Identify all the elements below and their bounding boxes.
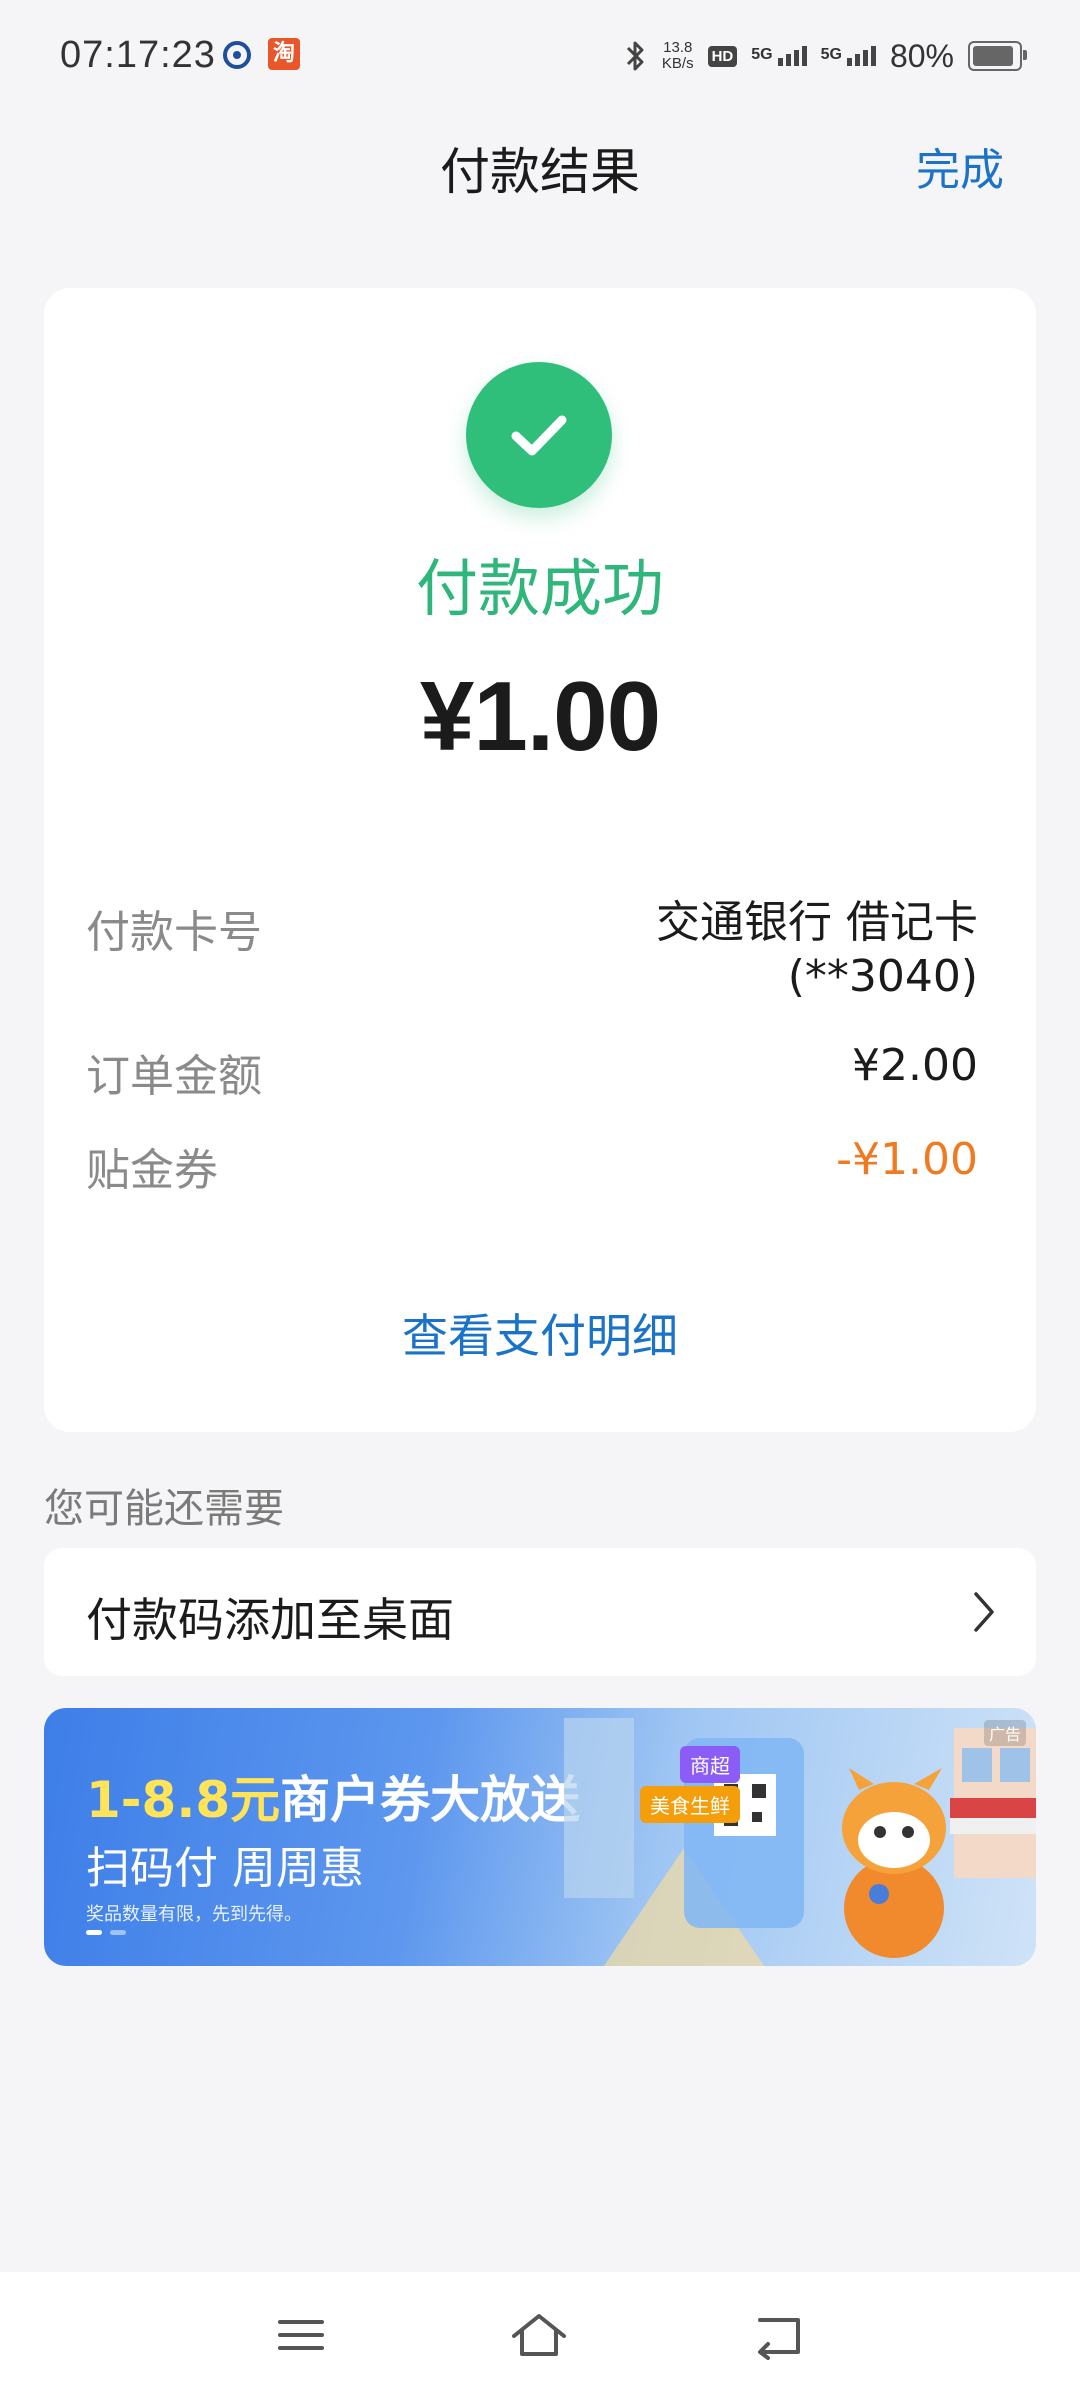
banner-note: 奖品数量有限，先到先得。: [86, 1904, 302, 1925]
banner-title-rest: 商户券大放送: [280, 1771, 581, 1829]
order-amount-label: 订单金额: [86, 1051, 262, 1102]
promo-banner[interactable]: 1-8.8元商户券大放送 扫码付 周周惠 奖品数量有限，先到先得。 商超 美食生…: [44, 1708, 1036, 1966]
signal-icon-2: 5G: [821, 46, 876, 66]
payment-amount: ¥1.00: [419, 661, 661, 771]
bluetooth-icon: [622, 38, 648, 74]
status-indicators: 13.8 KB/s HD 5G 5G 80%: [622, 34, 1027, 78]
order-amount-value: ¥2.00: [852, 1040, 978, 1091]
payment-status-text: 付款成功: [415, 552, 664, 625]
view-payment-details-link[interactable]: 查看支付明细: [44, 1300, 1036, 1366]
banner-pagination: [86, 1930, 126, 1935]
coupon-label: 贴金券: [86, 1145, 218, 1196]
battery-percent: 80%: [889, 37, 954, 74]
chevron-right-icon: [970, 1590, 998, 1638]
hd-voice-icon: HD: [707, 45, 738, 67]
tag-fresh-food: 美食生鲜: [640, 1786, 740, 1823]
done-button[interactable]: 完成: [916, 134, 1004, 198]
signal-icon-1: 5G: [751, 46, 807, 66]
card-number-value: 交通银行 借记卡(**3040): [656, 897, 978, 1002]
tag-supermarket: 商超: [680, 1746, 740, 1783]
app-notification-icon: [222, 40, 252, 70]
banner-subtitle: 扫码付 周周惠: [86, 1843, 364, 1894]
banner-illustration: 商超 美食生鲜 广告: [564, 1708, 1036, 1966]
ad-label: 广告: [983, 1720, 1026, 1746]
menu-icon[interactable]: [276, 2310, 326, 2364]
network-speed: 13.8 KB/s: [662, 40, 694, 72]
signal-2-label: 5G: [820, 46, 842, 63]
network-speed-value: 13.8: [663, 39, 693, 56]
card-number-label: 付款卡号: [86, 907, 262, 958]
header: 付款结果 完成: [0, 120, 1080, 220]
back-icon[interactable]: [754, 2310, 804, 2364]
taobao-notification-icon: 淘: [268, 38, 300, 70]
section-title: 您可能还需要: [44, 1486, 284, 1532]
banner-title: 1-8.8元商户券大放送: [86, 1760, 580, 1832]
status-time: 07:17:23: [60, 34, 216, 76]
coupon-value: -¥1.00: [836, 1134, 978, 1185]
battery-icon: [968, 41, 1027, 71]
banner-title-highlight: 1-8.8元: [86, 1771, 281, 1829]
add-paycode-to-desktop-item[interactable]: 付款码添加至桌面: [44, 1548, 1036, 1676]
home-icon[interactable]: [510, 2310, 568, 2364]
payment-result-card: 付款成功 ¥1.00 付款卡号 交通银行 借记卡(**3040) 订单金额 ¥2…: [44, 288, 1036, 1432]
success-check-icon: [466, 362, 612, 508]
system-navigation-bar: [0, 2272, 1080, 2400]
network-speed-unit: KB/s: [661, 55, 694, 72]
add-paycode-label: 付款码添加至桌面: [86, 1593, 454, 1647]
status-bar: 07:17:23 淘 13.8 KB/s HD 5G 5G 80%: [0, 0, 1080, 110]
signal-1-label: 5G: [751, 46, 773, 63]
